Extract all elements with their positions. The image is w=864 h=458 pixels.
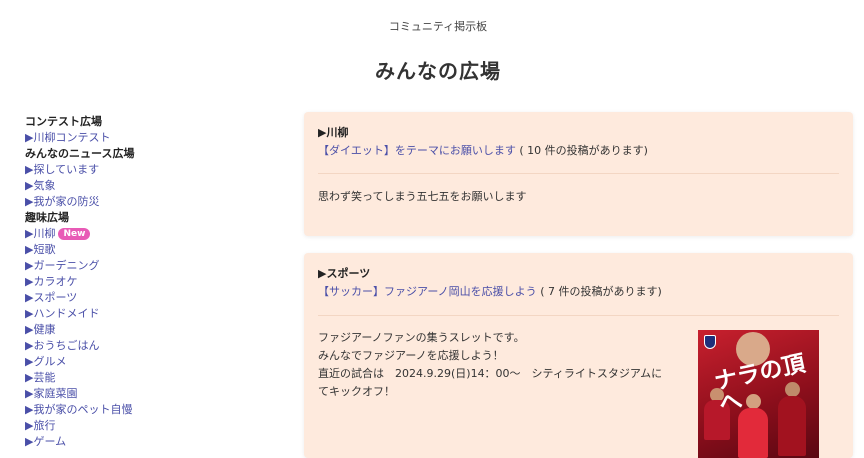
sidebar-item-label: ▶ガーデニング — [25, 259, 100, 272]
site-name: コミュニティ掲示板 — [388, 20, 488, 33]
card-category: ▶スポーツ — [318, 267, 371, 280]
player-figure — [738, 408, 768, 458]
card-divider — [318, 173, 839, 174]
team-crest-icon — [704, 335, 716, 349]
sidebar-item-games[interactable]: ▶ゲーム — [25, 434, 275, 450]
sidebar-item-label: ▶我が家の防災 — [25, 195, 100, 208]
sidebar-item-label: ▶探しています — [25, 163, 100, 176]
card-theme-line: 【ダイエット】をテーマにお願いします ( 10 件の投稿があります) — [318, 143, 648, 159]
sidebar-item-home-cooking[interactable]: ▶おうちごはん — [25, 338, 275, 354]
sidebar-item-label: ▶旅行 — [25, 419, 56, 432]
sidebar-item-sports[interactable]: ▶スポーツ — [25, 290, 275, 306]
sidebar-category-contest: コンテスト広場 — [25, 115, 102, 128]
sidebar-item-label: ▶川柳 — [25, 227, 56, 240]
sidebar-item-label: ▶ゲーム — [25, 435, 67, 448]
card-description: 思わず笑ってしまう五七五をお願いします — [318, 188, 526, 206]
card-divider — [318, 315, 839, 316]
sidebar-item-label: ▶気象 — [25, 179, 56, 192]
sidebar-item-label: ▶家庭菜園 — [25, 387, 78, 400]
card-theme-line: 【サッカー】ファジアーノ岡山を応援しよう ( 7 件の投稿があります) — [318, 284, 662, 300]
sidebar-item-travel[interactable]: ▶旅行 — [25, 418, 275, 434]
description-line: 直近の試合は 2024.9.29(日)14：00～ シティライトスタジアムにてキ… — [318, 367, 663, 398]
sidebar-item-label: ▶スポーツ — [25, 291, 78, 304]
sidebar-item-kitchen-garden[interactable]: ▶家庭菜園 — [25, 386, 275, 402]
sidebar-item-label: ▶グルメ — [25, 355, 67, 368]
sidebar-item-gourmet[interactable]: ▶グルメ — [25, 354, 275, 370]
sidebar-category-hobby: 趣味広場 — [25, 211, 69, 224]
card-header: ▶スポーツ 【サッカー】ファジアーノ岡山を応援しよう ( 7 件の投稿があります… — [318, 266, 662, 300]
sidebar-item-gardening[interactable]: ▶ガーデニング — [25, 258, 275, 274]
card-header: ▶川柳 【ダイエット】をテーマにお願いします ( 10 件の投稿があります) — [318, 125, 648, 159]
sidebar-item-tanka[interactable]: ▶短歌 — [25, 242, 275, 258]
sidebar-item-label: ▶カラオケ — [25, 275, 78, 288]
sidebar-item-searching[interactable]: ▶探しています — [25, 162, 275, 178]
sidebar-item-label: ▶短歌 — [25, 243, 56, 256]
sidebar-item-karaoke[interactable]: ▶カラオケ — [25, 274, 275, 290]
sidebar-item-senryu-contest[interactable]: ▶川柳コンテスト — [25, 130, 275, 146]
sidebar-item-label: ▶ハンドメイド — [25, 307, 100, 320]
sidebar-item-senryu[interactable]: ▶川柳 New — [25, 226, 275, 242]
thread-link[interactable]: 【サッカー】ファジアーノ岡山を応援しよう — [318, 285, 537, 298]
thread-link[interactable]: 【ダイエット】をテーマにお願いします — [318, 144, 516, 157]
sidebar-item-label: ▶おうちごはん — [25, 339, 100, 352]
thread-card-sports: ▶スポーツ 【サッカー】ファジアーノ岡山を応援しよう ( 7 件の投稿があります… — [304, 253, 853, 458]
sidebar-category-news: みんなのニュース広場 — [25, 147, 135, 160]
post-count: ( 10 件の投稿があります) — [519, 144, 648, 157]
description-line: ファジアーノファンの集うスレットです。 — [318, 331, 525, 344]
sidebar-item-entertainment[interactable]: ▶芸能 — [25, 370, 275, 386]
description-line: 思わず笑ってしまう五七五をお願いします — [318, 190, 527, 203]
sidebar-item-disaster-prep[interactable]: ▶我が家の防災 — [25, 194, 275, 210]
sidebar-item-label: ▶我が家のペット自慢 — [25, 403, 133, 416]
card-description: ファジアーノファンの集うスレットです。 みんなでファジアーノを応援しよう！ 直近… — [318, 329, 663, 401]
sidebar-item-label: ▶川柳コンテスト — [25, 131, 111, 144]
post-count: ( 7 件の投稿があります) — [540, 285, 662, 298]
thread-card-senryu: ▶川柳 【ダイエット】をテーマにお願いします ( 10 件の投稿があります) 思… — [304, 112, 853, 236]
card-category: ▶川柳 — [318, 126, 349, 139]
sidebar-item-label: ▶芸能 — [25, 371, 56, 384]
sidebar-item-handmade[interactable]: ▶ハンドメイド — [25, 306, 275, 322]
sidebar-item-pets[interactable]: ▶我が家のペット自慢 — [25, 402, 275, 418]
description-line: みんなでファジアーノを応援しよう！ — [318, 349, 504, 362]
sidebar-item-weather[interactable]: ▶気象 — [25, 178, 275, 194]
team-poster-image[interactable]: ナラの頂へ — [698, 330, 819, 458]
new-badge: New — [58, 228, 91, 240]
sidebar-nav: コンテスト広場 ▶川柳コンテスト みんなのニュース広場 ▶探しています ▶気象 … — [25, 114, 275, 450]
player-figure — [778, 396, 806, 456]
sidebar-item-label: ▶健康 — [25, 323, 56, 336]
page-title: みんなの広場 — [375, 59, 501, 83]
sidebar-item-health[interactable]: ▶健康 — [25, 322, 275, 338]
